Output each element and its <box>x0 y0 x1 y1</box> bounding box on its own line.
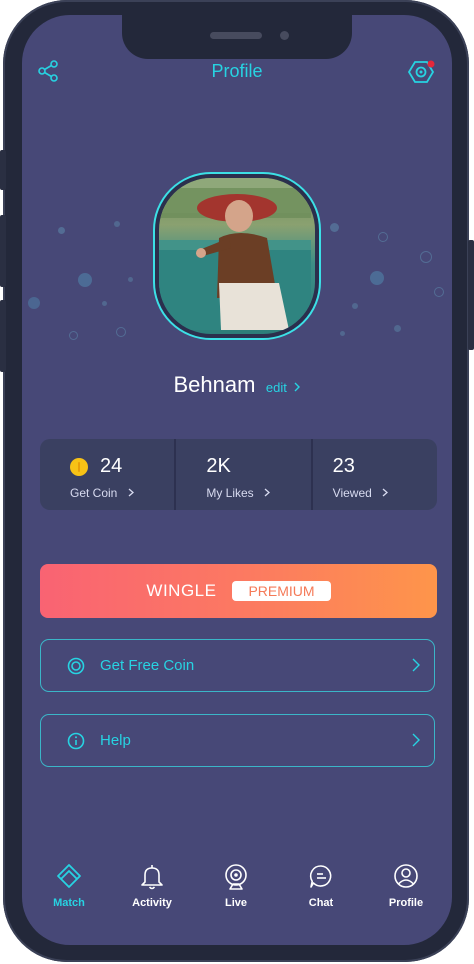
decorative-bubble <box>378 232 388 242</box>
edit-label: edit <box>265 380 287 395</box>
decorative-bubble <box>128 277 133 282</box>
edit-profile-link[interactable]: edit <box>266 380 301 395</box>
premium-badge: PREMIUM <box>232 581 331 601</box>
username: Behnam <box>173 372 256 397</box>
tab-match[interactable]: Match <box>34 863 104 909</box>
phone-side-button <box>0 215 6 287</box>
stat-label: Get Coin <box>70 486 118 500</box>
decorative-bubble <box>434 287 444 297</box>
user-icon <box>394 864 418 888</box>
stat-value: 24 <box>100 455 123 477</box>
stats-card: 24 Get Coin 2K My Likes 23 Viewed <box>40 439 437 510</box>
menu-item-help[interactable]: Help <box>40 714 435 767</box>
stat-label: Viewed <box>332 486 372 500</box>
decorative-bubble <box>114 221 120 227</box>
match-icon <box>57 864 81 888</box>
phone-side-button <box>468 240 474 350</box>
decorative-bubble <box>78 273 92 287</box>
stat-value: 23 <box>332 455 355 477</box>
decorative-bubble <box>102 301 107 306</box>
avatar[interactable] <box>153 172 321 340</box>
chevron-right-icon <box>382 488 389 497</box>
decorative-bubble <box>370 271 384 285</box>
decorative-bubble <box>330 223 339 232</box>
coin-icon <box>70 457 88 476</box>
decorative-bubble <box>69 331 78 340</box>
chevron-right-icon <box>412 733 420 747</box>
tab-label: Profile <box>388 897 424 909</box>
tab-label: Chat <box>308 897 334 909</box>
speaker-grille <box>210 32 262 39</box>
notification-dot <box>427 60 435 68</box>
premium-brand: WINGLE <box>146 581 217 600</box>
tab-activity[interactable]: Activity <box>117 863 187 909</box>
stat-my-likes[interactable]: 2K My Likes <box>174 439 310 510</box>
webcam-icon <box>225 864 247 890</box>
info-icon <box>67 732 85 749</box>
phone-side-button <box>0 150 6 190</box>
phone-notch <box>122 15 352 59</box>
decorative-bubble <box>58 227 65 234</box>
app-screen: Profile Behnam edit 24 Get Coin 2K My Li… <box>22 15 452 945</box>
stat-viewed[interactable]: 23 Viewed <box>310 439 437 510</box>
tab-profile[interactable]: Profile <box>371 863 441 909</box>
bottom-tab-bar: Match Activity Live Chat Profile <box>22 863 452 923</box>
chevron-right-icon <box>264 488 271 497</box>
profile-name-row: Behnam edit <box>22 372 452 398</box>
decorative-bubble <box>420 251 432 263</box>
stat-value: 2K <box>206 455 231 477</box>
settings-icon[interactable] <box>407 59 436 85</box>
chevron-right-icon <box>128 488 134 497</box>
menu-item-label: Get Free Coin <box>100 657 195 674</box>
page-title: Profile <box>211 61 263 81</box>
premium-banner-button[interactable]: WINGLE PREMIUM <box>40 564 437 618</box>
menu-item-get-free-coin[interactable]: Get Free Coin <box>40 639 435 692</box>
decorative-bubble <box>116 327 126 337</box>
tab-label: Activity <box>132 897 172 909</box>
profile-photo <box>159 178 315 334</box>
coin-ring-icon <box>67 657 85 674</box>
decorative-bubble <box>352 303 358 309</box>
chevron-right-icon <box>412 658 420 672</box>
tab-chat[interactable]: Chat <box>286 863 356 909</box>
chat-icon <box>309 865 332 888</box>
stat-get-coin[interactable]: 24 Get Coin <box>40 439 174 510</box>
chevron-right-icon <box>294 382 300 392</box>
tab-label: Match <box>53 897 85 909</box>
bell-icon <box>141 865 163 890</box>
front-camera <box>280 31 289 40</box>
menu-item-label: Help <box>100 732 131 749</box>
tab-label: Live <box>224 897 247 909</box>
decorative-bubble <box>394 325 401 332</box>
tab-live[interactable]: Live <box>201 863 271 909</box>
decorative-bubble <box>340 331 345 336</box>
phone-side-button <box>0 300 6 372</box>
decorative-bubble <box>28 297 40 309</box>
stat-label: My Likes <box>206 486 254 500</box>
